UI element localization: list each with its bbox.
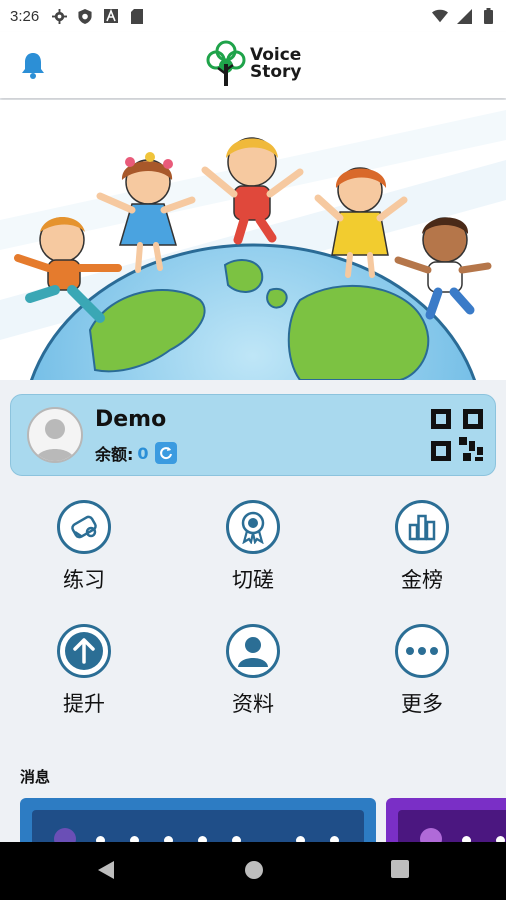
signal-icon bbox=[456, 8, 472, 24]
home-button[interactable] bbox=[243, 859, 265, 885]
logo-line2: Story bbox=[250, 62, 302, 82]
tree-logo-icon bbox=[206, 40, 246, 86]
arrow-up-icon bbox=[57, 624, 111, 678]
menu-profile[interactable]: 资料 bbox=[188, 624, 318, 724]
award-ribbon-icon bbox=[226, 500, 280, 554]
back-button[interactable] bbox=[96, 859, 116, 885]
messages-title: 消息 bbox=[20, 768, 51, 786]
gear-icon bbox=[51, 8, 67, 24]
menu-label: 提升 bbox=[63, 692, 105, 716]
more-dots-icon bbox=[395, 624, 449, 678]
app-header: Voice Story bbox=[0, 32, 506, 98]
username: Demo bbox=[95, 407, 167, 432]
balance-value: 0 bbox=[137, 443, 149, 463]
feature-grid: 练习 切磋 金榜 提升 资料 更多 bbox=[0, 496, 506, 726]
balance: 余额: 0 bbox=[95, 441, 177, 465]
balance-label: 余额: bbox=[95, 445, 134, 464]
navigation-bar bbox=[0, 842, 506, 900]
refresh-balance-button[interactable] bbox=[154, 442, 177, 464]
menu-compete[interactable]: 切磋 bbox=[188, 500, 318, 600]
status-bar: 3:26 bbox=[0, 0, 506, 32]
menu-label: 金榜 bbox=[401, 568, 443, 592]
profile-card[interactable]: Demo 余额: 0 bbox=[10, 394, 496, 476]
person-icon bbox=[226, 624, 280, 678]
shield-icon bbox=[77, 8, 93, 24]
menu-label: 切磋 bbox=[232, 568, 274, 592]
qr-code-icon[interactable] bbox=[429, 407, 485, 463]
diploma-icon bbox=[57, 500, 111, 554]
avatar[interactable] bbox=[27, 407, 83, 463]
menu-practice[interactable]: 练习 bbox=[19, 500, 149, 600]
kids-on-globe-illustration bbox=[0, 100, 506, 380]
home-icon bbox=[245, 861, 263, 879]
sd-card-icon bbox=[129, 8, 145, 24]
menu-label: 练习 bbox=[63, 568, 105, 592]
bell-icon[interactable] bbox=[18, 50, 48, 80]
recents-icon bbox=[391, 860, 409, 878]
menu-more[interactable]: 更多 bbox=[357, 624, 487, 724]
menu-label: 资料 bbox=[232, 692, 274, 716]
bar-chart-icon bbox=[395, 500, 449, 554]
back-icon bbox=[98, 861, 114, 879]
battery-icon bbox=[480, 8, 496, 24]
banner-illustration bbox=[0, 100, 506, 380]
wifi-icon bbox=[432, 8, 448, 24]
recents-button[interactable] bbox=[390, 859, 410, 883]
menu-leaderboard[interactable]: 金榜 bbox=[357, 500, 487, 600]
font-a-icon bbox=[103, 8, 119, 24]
status-time: 3:26 bbox=[10, 7, 40, 25]
menu-improve[interactable]: 提升 bbox=[19, 624, 149, 724]
app-logo: Voice Story bbox=[206, 40, 302, 88]
menu-label: 更多 bbox=[401, 692, 443, 716]
refresh-icon bbox=[159, 447, 172, 460]
